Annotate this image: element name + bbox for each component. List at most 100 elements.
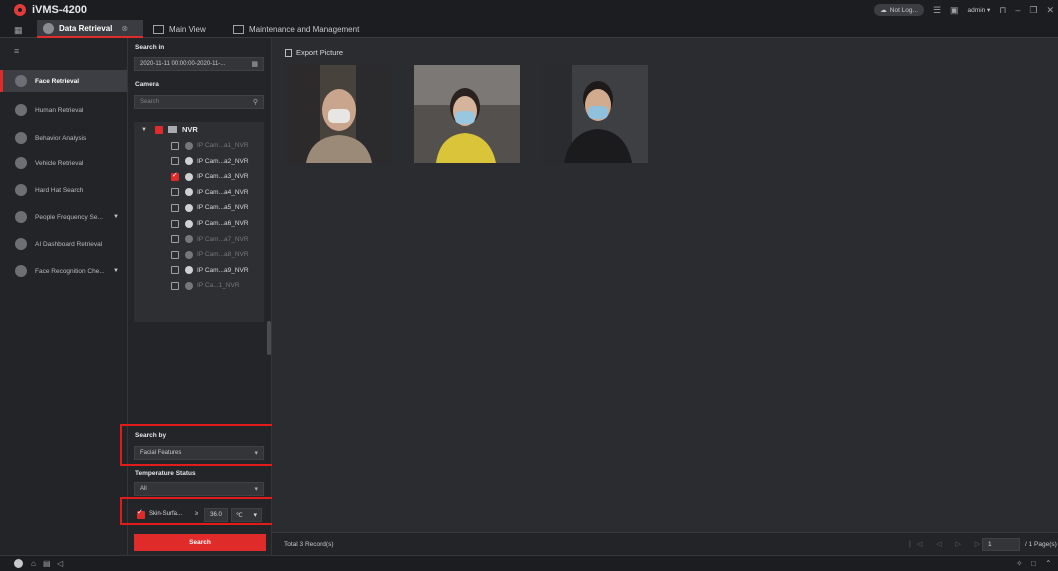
expand-arrow-icon[interactable]: ▼ xyxy=(141,127,147,133)
behavior-icon xyxy=(15,132,27,144)
video-icon xyxy=(153,24,164,34)
camera-label: IP Ca...1_NVR xyxy=(197,282,240,290)
lock-icon[interactable]: ⊓ xyxy=(999,5,1006,16)
list-icon[interactable]: ☰ xyxy=(933,5,941,16)
tab-maintenance[interactable]: Maintenance and Management xyxy=(233,20,359,38)
sidebar-item-vehicle-retrieval[interactable]: Vehicle Retrieval xyxy=(0,152,127,174)
minimize-icon[interactable]: – xyxy=(1015,5,1020,15)
camera-checkbox[interactable] xyxy=(171,188,179,197)
camera-label: IP Cam...a4_NVR xyxy=(197,188,249,196)
temperature-status-select[interactable]: All ▾ xyxy=(134,482,264,496)
search-icon[interactable]: ⚲ xyxy=(253,98,258,106)
camera-icon xyxy=(185,188,193,197)
tree-node-camera[interactable]: IP Cam...a4_NVR xyxy=(134,185,264,200)
tab-bar: ▦ Data Retrieval ⊗ Main View Maintenance… xyxy=(0,20,1058,38)
camera-label: IP Cam...a5_NVR xyxy=(197,204,249,212)
camera-label: IP Cam...a3_NVR xyxy=(197,173,249,181)
result-thumbnail[interactable] xyxy=(414,65,520,163)
tree-node-camera[interactable]: IP Cam...a6_NVR xyxy=(134,216,264,231)
camera-checkbox[interactable] xyxy=(171,250,179,259)
tab-data-retrieval[interactable]: Data Retrieval ⊗ xyxy=(37,20,143,38)
tab-main-view[interactable]: Main View xyxy=(153,20,206,38)
sidebar-item-ai-dashboard[interactable]: AI Dashboard Retrieval xyxy=(0,233,127,255)
highlight-box-temperature xyxy=(120,497,279,525)
collapse-icon[interactable]: ⌃ xyxy=(1045,559,1052,568)
tree-node-camera[interactable]: IP Cam...a8_NVR xyxy=(134,247,264,262)
close-icon[interactable]: ✕ xyxy=(1046,5,1054,16)
camera-checkbox[interactable] xyxy=(171,141,179,150)
camera-checkbox[interactable] xyxy=(171,235,179,244)
sidebar-item-face-retrieval[interactable]: Face Retrieval xyxy=(0,70,127,92)
tree-node-nvr[interactable]: ▼ NVR xyxy=(134,122,264,137)
status-bar: ⌂ ▤ ◁ ✧ □ ⌃ xyxy=(0,555,1058,571)
date-range-field[interactable]: 2020-11-11 00:00:00-2020-11-... ▦ xyxy=(134,57,264,71)
sidebar-item-behavior-analysis[interactable]: Behavior Analysis xyxy=(0,127,127,149)
title-bar: iVMS-4200 ☁ Not Log... ☰ ▣ admin ▾ ⊓ – ❐ … xyxy=(0,0,1058,20)
page-number-input[interactable]: 1 xyxy=(982,537,1020,551)
login-status-pill[interactable]: ☁ Not Log... xyxy=(874,4,924,16)
sidebar-item-people-frequency[interactable]: People Frequency Se... ▼ xyxy=(0,206,127,228)
pin-icon[interactable]: ✧ xyxy=(1016,559,1023,568)
camera-tree: ▼ NVR IP Cam...a1_NVR IP Cam...a2_NVR IP C… xyxy=(134,122,264,322)
chevron-down-icon: ▼ xyxy=(113,214,119,220)
camera-icon xyxy=(185,235,193,244)
search-button[interactable]: Search xyxy=(134,534,266,551)
result-thumbnail[interactable] xyxy=(542,65,648,163)
camera-checkbox[interactable] xyxy=(171,266,179,275)
results-area: Export Picture Total 3 Record(s) |◁ ◁ ▷ … xyxy=(272,38,1058,555)
camera-icon xyxy=(185,172,193,181)
face-recognition-icon xyxy=(15,265,27,277)
chevron-down-icon: ▼ xyxy=(113,268,119,274)
sidebar-item-face-recognition-check[interactable]: Face Recognition Che... ▼ xyxy=(0,260,127,282)
result-photo xyxy=(542,65,648,163)
app-logo-icon xyxy=(14,4,26,16)
people-frequency-icon xyxy=(15,211,27,223)
tree-node-camera[interactable]: IP Cam...a5_NVR xyxy=(134,200,264,215)
camera-search-input[interactable]: Search ⚲ xyxy=(134,95,264,109)
trash-icon[interactable]: ⌂ xyxy=(31,559,36,568)
ai-dashboard-icon xyxy=(15,238,27,250)
face-icon xyxy=(15,75,27,87)
camera-checkbox[interactable] xyxy=(171,203,179,212)
tree-node-camera[interactable]: IP Cam...a1_NVR xyxy=(134,138,264,153)
highlight-box-search-by xyxy=(120,424,279,466)
partial-check-icon[interactable] xyxy=(155,125,163,134)
tree-node-camera[interactable]: IP Cam...a7_NVR xyxy=(134,232,264,247)
result-photo xyxy=(414,65,520,163)
menu-icon[interactable]: ≡ xyxy=(14,46,19,56)
tree-node-camera[interactable]: IP Cam...a9_NVR xyxy=(134,263,264,278)
audio-icon[interactable]: ◁ xyxy=(57,559,63,568)
restore-icon[interactable]: ❐ xyxy=(1029,5,1037,16)
result-thumbnail[interactable] xyxy=(286,65,392,163)
monitor-icon[interactable]: ▣ xyxy=(950,5,959,16)
camera-icon xyxy=(185,281,193,290)
camera-icon xyxy=(185,219,193,228)
alarm-icon[interactable] xyxy=(14,559,23,568)
tree-node-camera[interactable]: IP Ca...1_NVR xyxy=(134,278,264,293)
camera-label: IP Cam...a6_NVR xyxy=(197,220,249,227)
camera-checkbox[interactable] xyxy=(171,219,179,228)
camera-checkbox[interactable] xyxy=(171,157,179,166)
panel-collapse-handle[interactable] xyxy=(267,321,271,355)
camera-checkbox[interactable] xyxy=(171,281,179,290)
camera-icon xyxy=(185,250,193,259)
camera-label: IP Cam...a2_NVR xyxy=(197,157,249,165)
close-tab-icon[interactable]: ⊗ xyxy=(121,24,128,33)
camera-checkbox[interactable] xyxy=(171,171,179,181)
window-icon[interactable]: □ xyxy=(1031,559,1036,568)
module-grid-icon[interactable]: ▦ xyxy=(14,25,23,36)
user-menu[interactable]: admin ▾ xyxy=(968,6,991,14)
sidebar-item-human-retrieval[interactable]: Human Retrieval xyxy=(0,99,127,121)
cloud-icon: ☁ xyxy=(880,7,887,14)
page-total: / 1 Page(s) xyxy=(1025,540,1057,548)
hard-hat-icon xyxy=(15,184,27,196)
tree-node-camera[interactable]: IP Cam...a2_NVR xyxy=(134,154,264,169)
sidebar-item-hard-hat-search[interactable]: Hard Hat Search xyxy=(0,179,127,201)
calendar-icon[interactable]: ▦ xyxy=(251,60,258,68)
vehicle-icon xyxy=(15,157,27,169)
export-picture-button[interactable]: Export Picture xyxy=(285,48,343,57)
tree-node-camera[interactable]: IP Cam...a3_NVR xyxy=(134,169,264,184)
human-icon xyxy=(15,104,27,116)
result-photo xyxy=(286,65,392,163)
screen-icon[interactable]: ▤ xyxy=(43,559,51,568)
